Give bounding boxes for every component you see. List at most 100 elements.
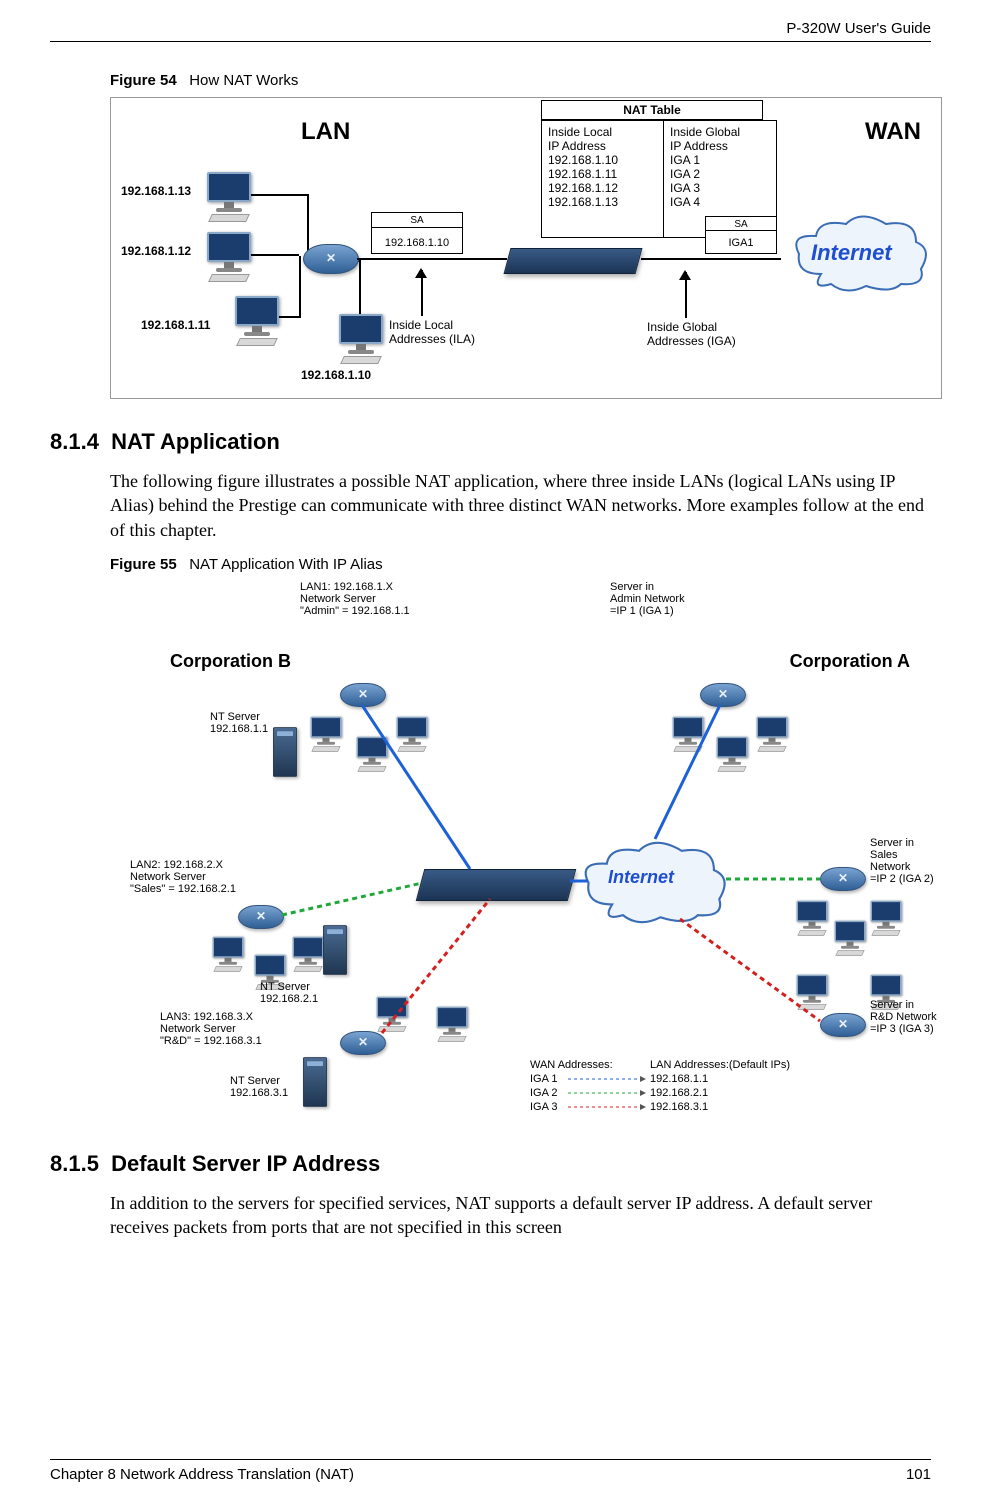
nat-local-ip-1: 192.168.1.11 [548,167,658,181]
internet-label: Internet [811,240,892,266]
figure54-caption-text: How NAT Works [189,72,298,89]
figure55-caption-text: NAT Application With IP Alias [189,556,382,573]
nat-global-ip-2: IGA 3 [670,181,770,195]
section-815-number: 8.1.5 [50,1151,99,1176]
server-tower-icon [273,727,297,777]
section-814-title: NAT Application [111,429,280,454]
wan-addr-title: WAN Addresses: [530,1059,613,1071]
lan-pc-icon [235,296,279,334]
iga-label: Inside Global Addresses (IGA) [647,320,736,348]
router-icon [238,905,284,929]
lan-pc-icon [377,997,408,1024]
nat-global-ip-1: IGA 2 [670,167,770,181]
pc-ip-0: 192.168.1.13 [121,184,191,198]
pc-ip-1: 192.168.1.12 [121,244,191,258]
wan-pc-icon [797,975,828,1002]
lan-addr-title: LAN Addresses:(Default IPs) [650,1059,790,1071]
central-switch-icon [416,869,577,901]
net-line [279,316,299,318]
lan-label: LAN [301,118,350,146]
net-line [299,256,301,318]
figure54-caption-label: Figure 54 [110,72,177,89]
lan-pc-icon [357,737,388,764]
figure54-diagram: LAN WAN NAT Table Inside Local IP Addres… [110,97,942,399]
envelope-addr: 192.168.1.10 [372,237,462,249]
lan-pc-icon [437,1007,468,1034]
corp-b-label: Corporation B [170,651,291,672]
lan-pc-icon [339,314,383,352]
router-icon [340,683,386,707]
arrowhead-icon [415,268,427,278]
nat-local-ip-0: 192.168.1.10 [548,153,658,167]
net-line [251,194,307,196]
wan-pc-icon [717,737,748,764]
srv-rd-label: Server in R&D Network =IP 3 (IGA 3) [870,999,937,1035]
router-icon [820,867,866,891]
footer-chapter: Chapter 8 Network Address Translation (N… [50,1466,354,1483]
srv-admin-label: Server in Admin Network =IP 1 (IGA 1) [610,581,685,617]
lan-pc-icon [311,717,342,744]
wan-pc-icon [835,921,866,948]
wan-pc-icon [673,717,704,744]
iga-1: IGA 2 [530,1087,558,1099]
router-icon [303,244,359,274]
net-line [357,258,507,260]
router-icon [340,1031,386,1055]
server-tower-icon [323,925,347,975]
section-814-number: 8.1.4 [50,429,99,454]
lan1-label: LAN1: 192.168.1.X Network Server "Admin"… [300,581,410,617]
lan-pc-icon [293,937,324,964]
nat-table-local-col: Inside Local IP Address 192.168.1.10 192… [541,120,665,238]
nat-global-header: Inside Global IP Address [670,125,770,153]
lan-pc-icon [255,955,286,982]
lan-default-1: 192.168.2.1 [650,1087,708,1099]
nat-local-ip-3: 192.168.1.13 [548,195,658,209]
switch-icon [504,248,643,274]
envelope-sa: SA [706,219,776,230]
lan-pc-icon [397,717,428,744]
nat-global-ip-0: IGA 1 [670,153,770,167]
wan-label: WAN [865,118,921,146]
lan-pc-icon [207,232,251,270]
net-line [251,254,299,256]
nt-server-2-label: NT Server 192.168.2.1 [260,981,318,1005]
figure55-diagram: Corporation B Corporation A LAN1: 192.16… [110,581,940,1121]
nat-local-header: Inside Local IP Address [548,125,658,153]
nt-server-3-label: NT Server 192.168.3.1 [230,1075,288,1099]
wan-pc-icon [871,901,902,928]
router-icon [700,683,746,707]
section-815-title: Default Server IP Address [111,1151,380,1176]
internet-label: Internet [608,867,674,888]
pc-ip-3: 192.168.1.10 [301,368,371,382]
corp-a-label: Corporation A [790,651,910,672]
footer-page-number: 101 [906,1466,931,1483]
lan-default-2: 192.168.3.1 [650,1101,708,1113]
router-icon [820,1013,866,1037]
packet-envelope-right: SA IGA1 [705,216,777,254]
srv-sales-label: Server in Sales Network =IP 2 (IGA 2) [870,837,940,885]
ila-label: Inside Local Addresses (ILA) [389,318,475,346]
packet-envelope-left: SA 192.168.1.10 [371,212,463,254]
nat-global-ip-3: IGA 4 [670,195,770,209]
server-tower-icon [303,1057,327,1107]
wan-pc-icon [871,975,902,1002]
iga-2: IGA 3 [530,1101,558,1113]
figure55-caption: Figure 55 NAT Application With IP Alias [110,556,931,573]
header-rule [50,41,931,42]
section-814-heading: 8.1.4 NAT Application [50,429,931,455]
figure54-caption: Figure 54 How NAT Works [110,72,931,89]
header-guide-title: P-320W User's Guide [50,20,931,41]
lan2-label: LAN2: 192.168.2.X Network Server "Sales"… [130,859,236,895]
lan-pc-icon [213,937,244,964]
section-815-heading: 8.1.5 Default Server IP Address [50,1151,931,1177]
lan-default-0: 192.168.1.1 [650,1073,708,1085]
lan3-label: LAN3: 192.168.3.X Network Server "R&D" =… [160,1011,262,1047]
wan-pc-icon [797,901,828,928]
pc-ip-2: 192.168.1.11 [141,318,210,332]
wan-pc-icon [757,717,788,744]
nt-server-1-label: NT Server 192.168.1.1 [210,711,268,735]
nat-table-title: NAT Table [541,100,763,120]
section-814-paragraph: The following figure illustrates a possi… [110,469,931,542]
envelope-addr: IGA1 [706,237,776,249]
footer-rule [50,1459,931,1460]
